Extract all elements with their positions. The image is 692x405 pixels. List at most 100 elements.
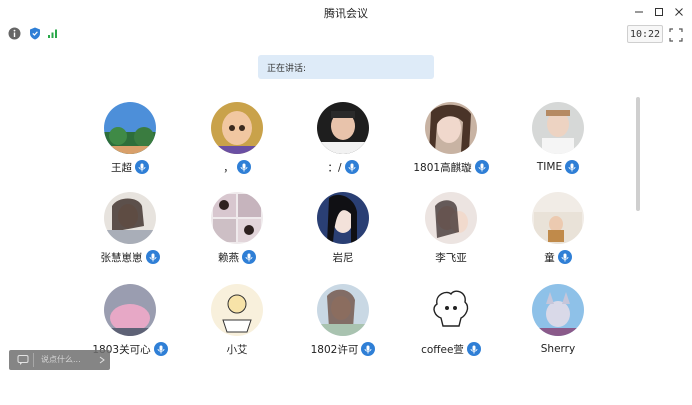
microphone-icon <box>470 345 478 353</box>
minimize-icon <box>635 11 643 13</box>
microphone-icon <box>364 345 372 353</box>
microphone-icon <box>138 163 146 171</box>
window-title: 腾讯会议 <box>324 7 368 20</box>
participant-name-row: coffee萱 <box>401 341 501 357</box>
close-icon <box>675 8 683 16</box>
participant-tile[interactable]: 王超 <box>80 102 180 182</box>
participant-tile[interactable]: ：/ <box>293 102 393 182</box>
participant-avatar <box>104 284 156 336</box>
participant-avatar <box>317 102 369 154</box>
participant-name: 张慧崽崽 <box>100 251 143 264</box>
participant-name-row: 李飞亚 <box>401 249 501 265</box>
participant-name: 1802许可 <box>310 343 359 356</box>
microphone-icon <box>240 163 248 171</box>
participant-name-row: 张慧崽崽 <box>80 249 180 265</box>
participant-tile[interactable]: Sherry <box>508 284 608 364</box>
microphone-icon <box>568 163 576 171</box>
mic-status-icon <box>153 342 168 356</box>
participant-avatar <box>425 102 477 154</box>
mic-status-icon <box>145 250 160 264</box>
participant-name: 王超 <box>111 161 132 174</box>
participant-avatar <box>317 192 369 244</box>
participant-name: 赖燕 <box>218 251 239 264</box>
participant-name-row: 赖燕 <box>187 249 287 265</box>
microphone-icon <box>561 253 569 261</box>
shield-icon <box>30 27 40 39</box>
mic-status-icon <box>236 160 251 174</box>
participant-tile[interactable]: 赖燕 <box>187 192 287 272</box>
info-button[interactable] <box>7 26 21 40</box>
chat-divider <box>33 353 34 367</box>
participant-avatar <box>532 284 584 336</box>
meeting-time: 10:22 <box>627 25 663 43</box>
mic-status-icon <box>242 250 256 264</box>
chevron-right-icon <box>99 356 105 364</box>
participant-tile[interactable]: 1801高麒璇 <box>401 102 501 182</box>
participant-avatar <box>425 192 477 244</box>
participant-name: TIME <box>536 161 563 173</box>
participant-tile[interactable]: 童 <box>508 192 608 272</box>
mic-status-icon <box>557 250 572 264</box>
participant-avatar <box>317 284 369 336</box>
participant-name: 1801高麒璇 <box>413 161 472 174</box>
chat-input-bar[interactable]: 说点什么... <box>9 350 110 370</box>
participant-avatar <box>211 192 263 244</box>
microphone-icon <box>245 253 253 261</box>
participant-avatar <box>425 284 477 336</box>
participant-tile[interactable]: coffee萱 <box>401 284 501 364</box>
mic-status-icon <box>361 342 376 356</box>
fullscreen-button[interactable] <box>669 27 683 42</box>
title-bar: 腾讯会议 <box>0 0 692 24</box>
participant-name: coffee萱 <box>421 343 464 356</box>
network-status-button[interactable] <box>46 26 60 40</box>
microphone-icon <box>348 163 355 171</box>
participant-name: 岩尼 <box>332 251 354 264</box>
participant-name-row: Sherry <box>508 341 608 357</box>
grid-scrollbar[interactable] <box>636 97 640 211</box>
participant-avatar <box>211 284 263 336</box>
fullscreen-icon <box>669 28 683 42</box>
participant-name-row: 王超 <box>80 159 180 175</box>
participant-name-row: TIME <box>508 159 608 175</box>
microphone-icon <box>478 163 486 171</box>
participant-tile[interactable]: 李飞亚 <box>401 192 501 272</box>
close-button[interactable] <box>671 4 687 20</box>
participant-tile[interactable]: 小艾 <box>187 284 287 364</box>
participant-name: Sherry <box>540 343 576 355</box>
participant-tile[interactable]: 张慧崽崽 <box>80 192 180 272</box>
participant-name-row: 岩尼 <box>293 249 393 265</box>
participant-tile[interactable]: 1802许可 <box>293 284 393 364</box>
participant-name-row: 1801高麒璇 <box>401 159 501 175</box>
participant-tile[interactable]: 岩尼 <box>293 192 393 272</box>
mic-status-icon <box>135 160 149 174</box>
participant-tile[interactable]: ， <box>187 102 287 182</box>
minimize-button[interactable] <box>631 4 647 20</box>
signal-icon <box>48 29 57 38</box>
speaking-label: 正在讲话: <box>267 63 307 74</box>
mic-status-icon <box>565 160 580 174</box>
info-icon <box>8 27 20 39</box>
chat-icon <box>17 355 29 365</box>
participant-avatar <box>104 192 156 244</box>
participant-name-row: 小艾 <box>187 341 287 357</box>
participant-name: 李飞亚 <box>435 251 467 264</box>
mic-status-icon <box>466 342 481 356</box>
participant-tile[interactable]: TIME <box>508 102 608 182</box>
maximize-icon <box>655 8 663 16</box>
chat-placeholder: 说点什么... <box>41 355 81 364</box>
security-button[interactable] <box>28 26 42 40</box>
participant-avatar <box>532 102 584 154</box>
participant-name-row: 1802许可 <box>293 341 393 357</box>
participant-name: ， <box>223 161 234 174</box>
participant-name-row: 童 <box>508 249 608 265</box>
maximize-button[interactable] <box>651 4 667 20</box>
participant-name: ：/ <box>327 161 342 174</box>
participant-name: 小艾 <box>226 343 248 356</box>
participant-avatar <box>104 102 156 154</box>
mic-status-icon <box>344 160 359 174</box>
participant-name-row: ， <box>187 159 287 175</box>
participant-name: 童 <box>544 251 555 264</box>
participant-name-row: ：/ <box>293 159 393 175</box>
mic-status-icon <box>474 160 489 174</box>
speaking-indicator: 正在讲话: <box>258 55 434 79</box>
